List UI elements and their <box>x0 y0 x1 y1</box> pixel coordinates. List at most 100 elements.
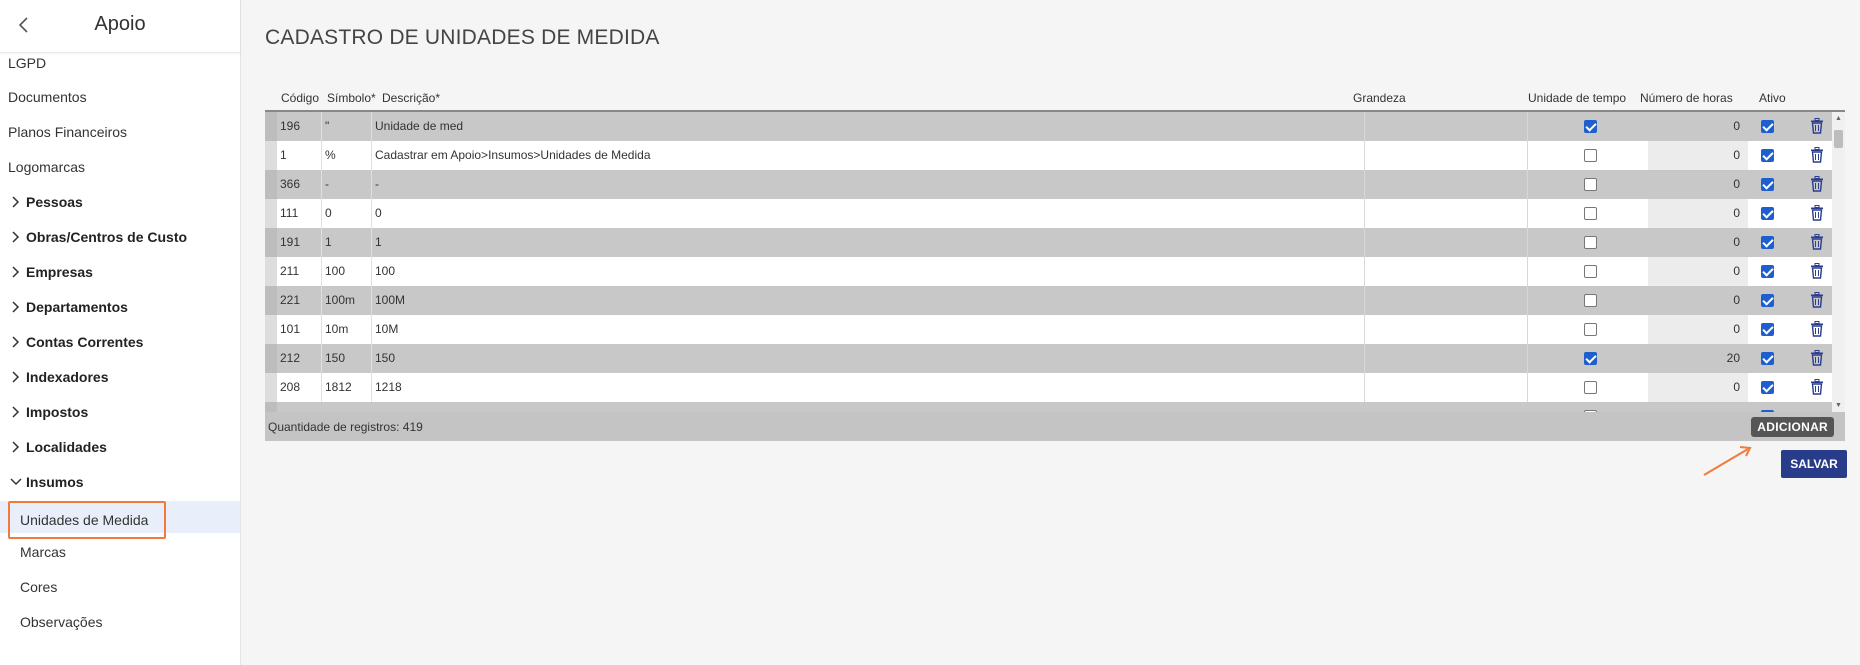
row-selector[interactable] <box>265 257 277 286</box>
save-button[interactable]: SALVAR <box>1781 450 1847 478</box>
numero-horas-cell[interactable]: 0 <box>1648 112 1748 141</box>
sidebar-item-unidades-de-medida[interactable]: Unidades de Medida <box>0 501 240 539</box>
codigo-cell[interactable]: 366 <box>278 170 322 199</box>
sidebar-item-impostos[interactable]: Impostos <box>0 396 240 428</box>
simbolo-cell[interactable]: 150 <box>323 344 372 373</box>
sidebar-item-marcas[interactable]: Marcas <box>0 536 240 568</box>
header-codigo[interactable]: Código <box>281 91 319 105</box>
header-simbolo[interactable]: Símbolo* <box>327 91 376 105</box>
codigo-cell[interactable]: 211 <box>278 257 322 286</box>
simbolo-cell[interactable]: 100 <box>323 257 372 286</box>
descricao-cell[interactable]: 1218 <box>373 373 1365 402</box>
table-row[interactable]: 208 1812 1218 0 <box>265 373 1832 402</box>
row-selector[interactable] <box>265 199 277 228</box>
row-selector[interactable] <box>265 315 277 344</box>
numero-horas-cell[interactable]: 20 <box>1648 344 1748 373</box>
descricao-cell[interactable]: 100M <box>373 286 1365 315</box>
codigo-cell[interactable]: 196 <box>278 112 322 141</box>
sidebar-item-empresas[interactable]: Empresas <box>0 256 240 288</box>
header-descricao[interactable]: Descrição* <box>382 91 440 105</box>
sidebar-item-lgpd[interactable]: LGPD <box>0 47 240 79</box>
codigo-cell[interactable]: 101 <box>278 315 322 344</box>
unidade-tempo-checkbox[interactable] <box>1584 120 1597 133</box>
descricao-cell[interactable]: 1 <box>373 228 1365 257</box>
sidebar-item-logomarcas[interactable]: Logomarcas <box>0 151 240 183</box>
sidebar-item-planos-financeiros[interactable]: Planos Financeiros <box>0 116 240 148</box>
sidebar-item-indexadores[interactable]: Indexadores <box>0 361 240 393</box>
trash-icon[interactable] <box>1810 205 1824 221</box>
trash-icon[interactable] <box>1810 234 1824 250</box>
grandeza-cell[interactable] <box>1364 286 1528 315</box>
simbolo-cell[interactable]: 1812 <box>323 373 372 402</box>
sidebar-item-localidades[interactable]: Localidades <box>0 431 240 463</box>
numero-horas-cell[interactable]: 0 <box>1648 315 1748 344</box>
scroll-up-icon[interactable]: ▲ <box>1835 115 1842 122</box>
unidade-tempo-checkbox[interactable] <box>1584 207 1597 220</box>
header-ativo[interactable]: Ativo <box>1759 91 1786 105</box>
trash-icon[interactable] <box>1810 379 1824 395</box>
ativo-checkbox[interactable] <box>1761 120 1774 133</box>
numero-horas-cell[interactable]: 0 <box>1648 170 1748 199</box>
descricao-cell[interactable]: 0 <box>373 199 1365 228</box>
header-grandeza[interactable]: Grandeza <box>1353 91 1406 105</box>
ativo-checkbox[interactable] <box>1761 265 1774 278</box>
sidebar-item-pessoas[interactable]: Pessoas <box>0 186 240 218</box>
grandeza-cell[interactable] <box>1364 228 1528 257</box>
codigo-cell[interactable]: 111 <box>278 199 322 228</box>
grandeza-cell[interactable] <box>1364 344 1528 373</box>
sidebar-item-cores[interactable]: Cores <box>0 571 240 603</box>
table-row[interactable]: 191 1 1 0 <box>265 228 1832 257</box>
numero-horas-cell[interactable]: 0 <box>1648 141 1748 170</box>
table-row[interactable]: 101 10m 10M 0 <box>265 315 1832 344</box>
simbolo-cell[interactable]: " <box>323 112 372 141</box>
simbolo-cell[interactable]: 100m <box>323 286 372 315</box>
ativo-checkbox[interactable] <box>1761 236 1774 249</box>
codigo-cell[interactable]: 208 <box>278 373 322 402</box>
row-selector[interactable] <box>265 170 277 199</box>
trash-icon[interactable] <box>1810 350 1824 366</box>
numero-horas-cell[interactable]: 0 <box>1648 373 1748 402</box>
grandeza-cell[interactable] <box>1364 170 1528 199</box>
grandeza-cell[interactable] <box>1364 141 1528 170</box>
codigo-cell[interactable]: 221 <box>278 286 322 315</box>
sidebar-item-departamentos[interactable]: Departamentos <box>0 291 240 323</box>
scroll-thumb[interactable] <box>1834 130 1843 148</box>
row-selector[interactable] <box>265 402 277 412</box>
descricao-cell[interactable]: Unidade de med <box>373 112 1365 141</box>
ativo-checkbox[interactable] <box>1761 352 1774 365</box>
descricao-cell[interactable]: 100 <box>373 257 1365 286</box>
row-selector[interactable] <box>265 141 277 170</box>
ativo-checkbox[interactable] <box>1761 178 1774 191</box>
simbolo-cell[interactable]: 1 <box>323 228 372 257</box>
table-row[interactable]: 221 100m 100M 0 <box>265 286 1832 315</box>
sidebar-item-observacoes[interactable]: Observações <box>0 606 240 638</box>
descricao-cell[interactable]: Cadastrar em Apoio>Insumos>Unidades de M… <box>373 141 1365 170</box>
numero-horas-cell[interactable]: 0 <box>1648 228 1748 257</box>
codigo-cell[interactable]: 212 <box>278 344 322 373</box>
ativo-checkbox[interactable] <box>1761 323 1774 336</box>
descricao-cell[interactable]: 10M <box>373 315 1365 344</box>
grandeza-cell[interactable] <box>1364 315 1528 344</box>
simbolo-cell[interactable]: 0 <box>323 199 372 228</box>
simbolo-cell[interactable]: 10m <box>323 315 372 344</box>
grandeza-cell[interactable] <box>1364 199 1528 228</box>
unidade-tempo-checkbox[interactable] <box>1584 236 1597 249</box>
table-row[interactable]: 196 " Unidade de med 0 <box>265 112 1832 141</box>
trash-icon[interactable] <box>1810 292 1824 308</box>
trash-icon[interactable] <box>1810 118 1824 134</box>
header-unidade-tempo[interactable]: Unidade de tempo <box>1528 91 1626 105</box>
sidebar-item-obras-centros-de-custo[interactable]: Obras/Centros de Custo <box>0 221 240 253</box>
ativo-checkbox[interactable] <box>1761 294 1774 307</box>
header-numero-horas[interactable]: Número de horas <box>1640 91 1733 105</box>
ativo-checkbox[interactable] <box>1761 207 1774 220</box>
unidade-tempo-checkbox[interactable] <box>1584 352 1597 365</box>
row-selector[interactable] <box>265 344 277 373</box>
table-row[interactable] <box>265 402 1832 412</box>
unidade-tempo-checkbox[interactable] <box>1584 323 1597 336</box>
unidade-tempo-checkbox[interactable] <box>1584 381 1597 394</box>
grandeza-cell[interactable] <box>1364 373 1528 402</box>
scroll-down-icon[interactable]: ▼ <box>1835 402 1842 409</box>
row-selector[interactable] <box>265 228 277 257</box>
grid-scrollbar[interactable]: ▲ ▼ <box>1832 112 1845 412</box>
numero-horas-cell[interactable]: 0 <box>1648 286 1748 315</box>
